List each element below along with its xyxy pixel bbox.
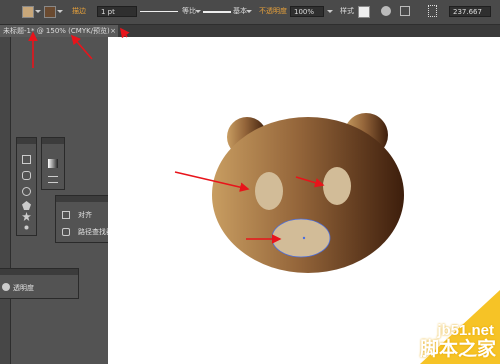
artwork-layer bbox=[28, 27, 500, 364]
arrow-to-close bbox=[120, 27, 130, 39]
watermark-brand: 脚本之家 bbox=[419, 338, 496, 360]
bear-right-eye[interactable] bbox=[323, 167, 351, 205]
muzzle-center-point bbox=[302, 236, 306, 240]
arrow-to-color-mode bbox=[70, 34, 93, 60]
bear-left-eye[interactable] bbox=[255, 172, 283, 210]
bear-muzzle-selected[interactable] bbox=[271, 218, 331, 258]
